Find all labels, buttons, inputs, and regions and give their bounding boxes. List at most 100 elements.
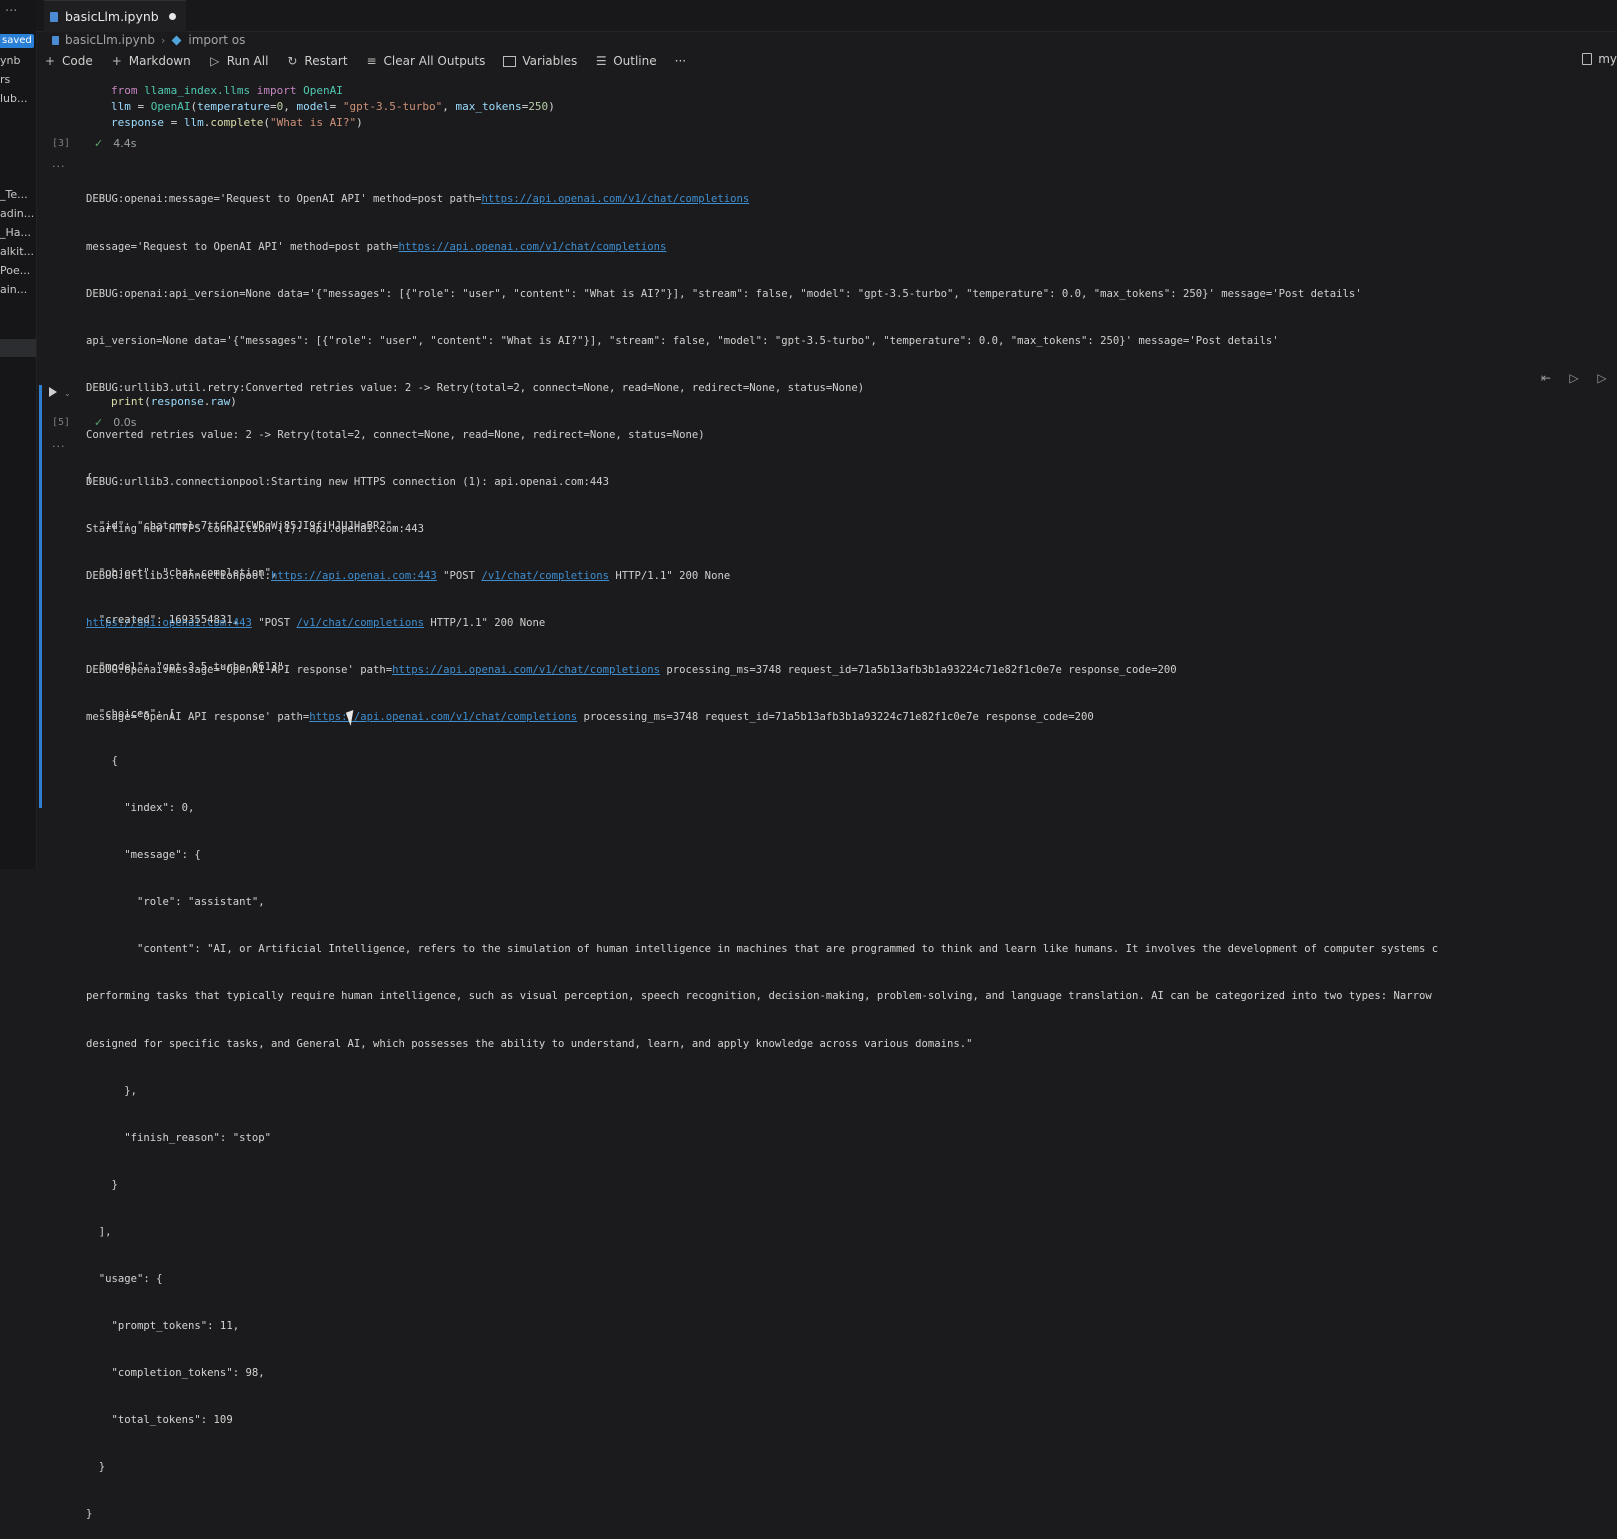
add-code-label: Code <box>62 54 93 68</box>
execute-below-icon[interactable]: ▷ <box>1567 371 1581 385</box>
explorer-item[interactable]: _Ha... <box>0 226 36 239</box>
saved-badge: saved <box>0 34 34 48</box>
run-all-button[interactable]: ▷ Run All <box>209 54 269 68</box>
log-line: DEBUG:openai:api_version=None data='{"me… <box>86 287 1362 300</box>
cell-output-json: { "id": "chatcmpl-7ttGRJTCWRqWj85JI9fjHJ… <box>86 440 1566 1539</box>
run-all-label: Run All <box>226 54 269 68</box>
restart-icon: ↻ <box>287 54 298 68</box>
explorer-item[interactable]: lub... <box>0 92 36 105</box>
variables-button[interactable]: Variables <box>503 54 577 68</box>
output-line: "model": "gpt-3.5-turbo-0613", <box>86 660 291 673</box>
cell-actions-toolbar: ⇤ ▷ ▷ <box>1539 371 1609 385</box>
log-line: message='Request to OpenAI API' method=p… <box>86 240 667 253</box>
outline-icon: ☰ <box>595 54 607 68</box>
code-line[interactable]: llm = OpenAI(temperature=0, model= "gpt-… <box>111 100 555 113</box>
output-line: "created": 1693554831, <box>86 613 240 626</box>
more-icon: ··· <box>674 54 687 68</box>
output-line: "completion_tokens": 98, <box>86 1367 265 1380</box>
log-line: DEBUG:openai:message='Request to OpenAI … <box>86 193 750 206</box>
output-line: } <box>86 1508 93 1521</box>
log-line: DEBUG:urllib3.util.retry:Converted retri… <box>86 381 865 394</box>
output-line: ], <box>86 1225 112 1238</box>
add-code-cell-button[interactable]: + Code <box>44 54 93 68</box>
variables-label: Variables <box>522 54 578 68</box>
explorer-item[interactable]: alkit... <box>0 245 36 258</box>
restart-button[interactable]: ↻ Restart <box>286 54 347 68</box>
execution-count: [5] <box>52 417 71 428</box>
chevron-right-icon: › <box>160 33 166 47</box>
explorer-panel: ··· saved ynb rs lub... _Te... adin... _… <box>0 0 37 869</box>
code-line[interactable]: response = llm.complete("What is AI?") <box>111 116 363 129</box>
output-more-icon[interactable]: ··· <box>52 440 66 453</box>
output-line: "message": { <box>86 849 201 862</box>
output-line: "total_tokens": 109 <box>86 1414 233 1427</box>
plus-icon: + <box>111 54 122 68</box>
tab-notebook[interactable]: basicLlm.ipynb <box>44 0 186 32</box>
outline-button[interactable]: ☰ Outline <box>595 54 657 68</box>
execute-cell-and-below-icon[interactable]: ▷ <box>1595 371 1609 385</box>
clear-outputs-icon: ≡ <box>366 54 377 68</box>
notebook-toolbar: + Code + Markdown ▷ Run All ↻ Restart ≡ … <box>44 50 686 72</box>
execute-above-icon[interactable]: ⇤ <box>1539 371 1553 385</box>
explorer-item[interactable]: rs <box>0 73 36 86</box>
output-line: "usage": { <box>86 1273 163 1285</box>
output-line: "role": "assistant", <box>86 896 265 909</box>
output-line: "id": "chatcmpl-7ttGRJTCWRqWj85JI9fjHJUJ… <box>86 519 399 532</box>
explorer-item[interactable]: ynb <box>0 54 36 67</box>
symbol-icon <box>171 35 182 45</box>
execution-count: [3] <box>52 138 71 149</box>
run-cell-icon[interactable] <box>49 387 57 397</box>
output-line: "prompt_tokens": 11, <box>86 1320 240 1333</box>
code-line[interactable]: from llama_index.llms import OpenAI <box>111 84 343 97</box>
execution-duration: 4.4s <box>113 137 137 150</box>
explorer-item[interactable]: Poe... <box>0 264 36 277</box>
explorer-item[interactable]: adin... <box>0 207 36 220</box>
explorer-item[interactable]: _Te... <box>0 188 36 201</box>
output-more-icon[interactable]: ··· <box>52 160 66 173</box>
check-icon: ✓ <box>94 416 104 429</box>
execution-duration: 0.0s <box>113 416 137 429</box>
explorer-more-icon[interactable]: ··· <box>5 4 17 19</box>
output-line: "choices": [ <box>86 707 176 720</box>
output-line: { <box>86 472 93 485</box>
notebook-file-icon <box>50 11 58 22</box>
output-line: "finish_reason": "stop" <box>86 1131 271 1144</box>
output-line: "object": "chat.completion", <box>86 566 278 579</box>
cell-status: ✓ 0.0s <box>94 416 136 429</box>
outline-label: Outline <box>613 54 657 68</box>
cell-status: ✓ 4.4s <box>94 137 136 150</box>
explorer-item[interactable]: ain... <box>0 283 36 296</box>
output-line: performing tasks that typically require … <box>86 990 1432 1003</box>
restart-label: Restart <box>304 54 348 68</box>
log-link[interactable]: https://api.openai.com/v1/chat/completio… <box>399 241 667 253</box>
add-markdown-label: Markdown <box>128 54 191 68</box>
output-line: designed for specific tasks, and General… <box>86 1037 973 1050</box>
breadcrumb-symbol[interactable]: import os <box>188 33 245 47</box>
breadcrumb: basicLlm.ipynb › import os <box>52 32 245 48</box>
output-line: "index": 0, <box>86 802 195 815</box>
kernel-picker[interactable]: my <box>1582 52 1617 66</box>
more-actions-button[interactable]: ··· <box>675 54 686 68</box>
plus-icon: + <box>44 54 56 68</box>
output-line: { <box>86 754 118 767</box>
output-line: } <box>86 1178 118 1191</box>
output-line: }, <box>86 1084 138 1097</box>
output-line: } <box>86 1461 106 1474</box>
unsaved-dot-icon[interactable] <box>168 13 176 20</box>
chevron-down-icon[interactable]: ⌄ <box>64 389 71 398</box>
variables-icon <box>503 55 517 67</box>
breadcrumb-file[interactable]: basicLlm.ipynb <box>65 33 155 47</box>
tab-bar: basicLlm.ipynb <box>36 0 1617 32</box>
check-icon: ✓ <box>94 137 104 150</box>
explorer-selected-row[interactable] <box>0 339 36 357</box>
kernel-label: my <box>1598 52 1617 66</box>
kernel-icon <box>1582 53 1593 65</box>
code-line[interactable]: print(response.raw) <box>111 395 237 408</box>
log-line: api_version=None data='{"messages": [{"r… <box>86 334 1279 347</box>
clear-all-outputs-label: Clear All Outputs <box>383 54 486 68</box>
add-markdown-cell-button[interactable]: + Markdown <box>111 54 191 68</box>
notebook-file-icon <box>52 35 59 45</box>
cell-focus-indicator <box>39 385 42 808</box>
log-link[interactable]: https://api.openai.com/v1/chat/completio… <box>481 193 749 205</box>
clear-all-outputs-button[interactable]: ≡ Clear All Outputs <box>366 54 486 68</box>
